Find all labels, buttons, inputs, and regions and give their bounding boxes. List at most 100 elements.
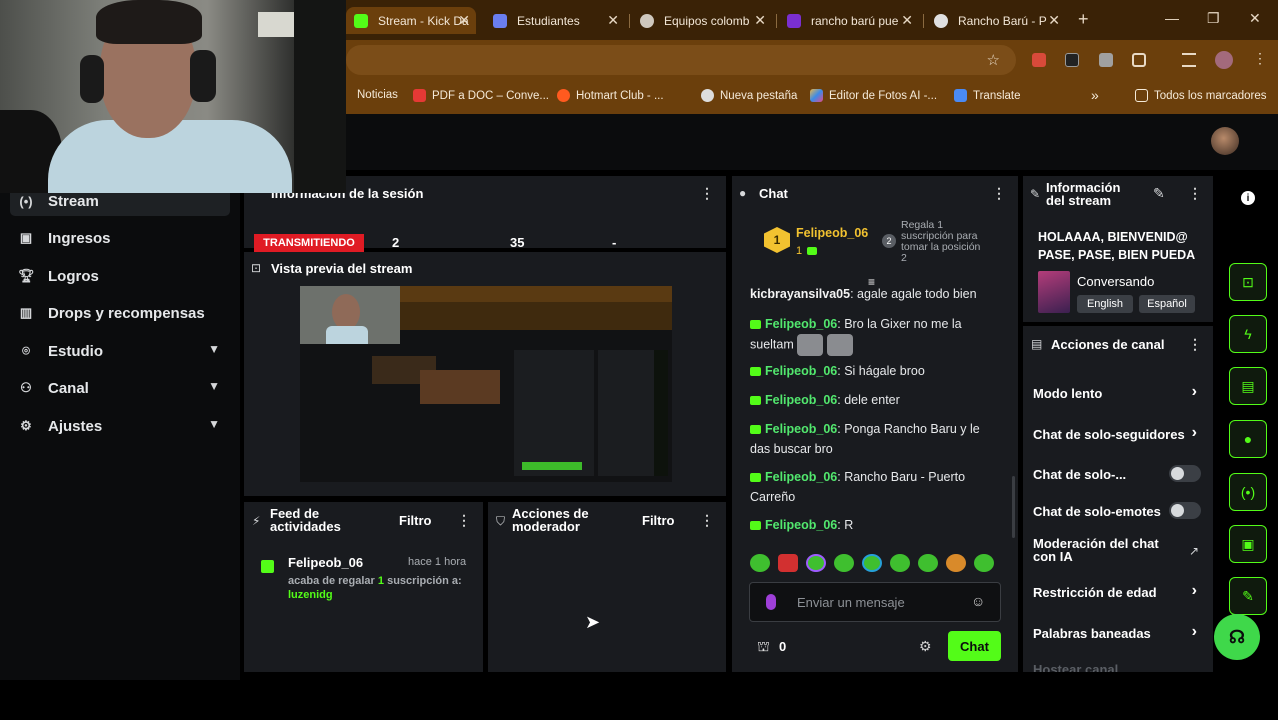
maximize-icon[interactable]: ❐ [1207,10,1220,27]
emote-icon[interactable] [862,554,882,572]
minimize-icon[interactable]: — [1165,10,1179,26]
bookmark-item[interactable]: PDF a DOC – Conve... [413,89,549,102]
sidebar-item-canal[interactable]: ⚇ Canal ▼ [10,373,230,403]
close-icon[interactable]: ✕ [1048,12,1060,29]
category-thumbnail[interactable] [1038,271,1070,313]
gift-points-icon[interactable]: ⛫ [757,638,770,657]
send-chat-button[interactable]: Chat [948,631,1001,661]
stream-preview-video[interactable] [300,286,672,482]
sidebar-item-ajustes[interactable]: ⚙ Ajustes ▼ [10,411,230,441]
puzzle-extensions-icon[interactable] [1132,53,1146,67]
close-icon[interactable]: ✕ [458,12,470,29]
chevron-right-icon[interactable]: › [1192,424,1197,442]
emote-icon[interactable] [918,554,938,572]
chevron-right-icon[interactable]: › [1192,623,1197,641]
support-headset-button[interactable]: ☊ [1214,614,1260,660]
chat-input[interactable]: Enviar un mensaje ☺ [749,582,1001,622]
menu-kebab-icon[interactable]: ⋮ [1253,50,1267,67]
tab-rancho-baru[interactable]: Rancho Barú - P ✕ [926,7,1066,34]
banned-words-row[interactable]: Palabras baneadas [1033,626,1213,641]
slow-mode-row[interactable]: Modo lento [1033,386,1213,401]
emote-icon[interactable] [806,554,826,572]
video-rail-button[interactable]: ▣ [1229,525,1267,563]
bookmark-item[interactable]: Noticias [357,89,398,101]
emoji-icon[interactable]: ☺ [971,593,985,609]
tab-stream[interactable]: Stream - Kick Da ✕ [346,7,476,34]
broadcast-rail-button[interactable]: (•) [1229,473,1267,511]
notes-button[interactable]: ▤ [1229,367,1267,405]
new-tab-plus-icon[interactable]: + [1078,9,1089,30]
sidebar-item-logros[interactable]: 🏆︎ Logros [10,261,230,291]
sidebar-item-estudio[interactable]: ⌾ Estudio ▼ [10,336,230,366]
mod-filter-button[interactable]: Filtro [642,514,675,527]
chat-user[interactable]: Felipeob_06 [765,364,837,378]
bookmark-item[interactable]: Translate [954,89,1021,102]
extension-gray-icon[interactable] [1099,53,1113,67]
emote-icon[interactable] [778,554,798,572]
info-icon[interactable]: i [1241,191,1255,205]
external-link-icon[interactable]: ↗ [1189,544,1199,558]
category-name[interactable]: Conversando [1077,274,1154,289]
chat-user[interactable]: Felipeob_06 [765,317,837,331]
chat-user[interactable]: Felipeob_06 [765,470,837,484]
kebab-menu-icon[interactable]: ⋮ [700,185,714,202]
feed-target[interactable]: luzenidg [288,589,333,601]
emotes-only-toggle[interactable] [1169,502,1201,519]
host-channel-row[interactable]: Hostear canal [1033,662,1213,672]
chevron-right-icon[interactable]: › [1192,383,1197,401]
chevron-right-icon[interactable]: › [1192,582,1197,600]
bookmark-item[interactable]: Nueva pestaña [701,89,797,102]
emote-icon[interactable] [750,554,770,572]
lightning-button[interactable]: ϟ [1229,315,1267,353]
chat-scrollbar[interactable] [1012,476,1015,538]
microphone-icon[interactable] [766,594,776,610]
wrench-rail-button[interactable]: ✎ [1229,577,1267,615]
followers-only-row[interactable]: Chat de solo-seguidores [1033,427,1201,442]
kebab-menu-icon[interactable]: ⋮ [1188,185,1202,202]
emote-icon[interactable] [834,554,854,572]
url-omnibox[interactable]: ☆ [346,45,1016,75]
extension-mask-icon[interactable] [1065,53,1079,67]
tab-rancho-search[interactable]: rancho barú pue ✕ [779,7,919,34]
extension-red-icon[interactable] [1032,53,1046,67]
gifter-user[interactable]: Felipeob_06 [796,226,868,240]
sidebar-item-drops[interactable]: ▥ Drops y recompensas [10,298,230,328]
scan-button[interactable]: ⊡ [1229,263,1267,301]
tag-chip[interactable]: Español [1139,295,1195,313]
chat-user[interactable]: Felipeob_06 [765,422,837,436]
kebab-menu-icon[interactable]: ⋮ [992,185,1006,202]
tag-chip[interactable]: English [1077,295,1133,313]
sidebar-item-ingresos[interactable]: ▣ Ingresos [10,223,230,253]
kebab-menu-icon[interactable]: ⋮ [457,512,471,529]
age-restriction-row[interactable]: Restricción de edad [1033,585,1213,600]
chat-user[interactable]: Felipeob_06 [765,518,837,532]
bookmark-item[interactable]: Hotmart Club - ... [557,89,664,102]
close-icon[interactable]: ✕ [901,12,913,29]
bookmark-item[interactable]: Editor de Fotos AI -... [810,89,937,102]
star-bookmark-icon[interactable]: ☆ [987,51,1000,69]
edit-pencil-icon[interactable]: ✎ [1153,185,1165,202]
emote-icon[interactable] [974,554,994,572]
feed-filter-button[interactable]: Filtro [399,514,432,527]
chat-user[interactable]: Felipeob_06 [765,393,837,407]
user-avatar[interactable] [1211,127,1239,155]
profile-avatar-icon[interactable] [1215,51,1233,69]
all-bookmarks-button[interactable]: Todos los marcadores [1135,89,1267,102]
subs-only-toggle[interactable] [1169,465,1201,482]
chat-rail-button[interactable]: ● [1229,420,1267,458]
close-icon[interactable]: ✕ [754,12,766,29]
close-icon[interactable]: ✕ [607,12,619,29]
tab-equipos[interactable]: Equipos colomb ✕ [632,7,772,34]
emote-icon[interactable] [890,554,910,572]
tab-estudiantes[interactable]: Estudiantes ✕ [485,7,625,34]
close-window-icon[interactable]: ✕ [1249,10,1261,27]
gear-icon[interactable]: ⚙ [919,638,932,655]
ai-moderation-row[interactable]: Moderación del chat con IA [1033,537,1173,563]
chat-user[interactable]: kicbrayansilva05 [750,287,850,301]
feed-user[interactable]: Felipeob_06 [288,555,363,570]
media-control-icon[interactable] [1182,53,1196,67]
bookmarks-overflow-button[interactable]: » [1091,87,1099,103]
kebab-menu-icon[interactable]: ⋮ [700,512,714,529]
kebab-menu-icon[interactable]: ⋮ [1188,336,1202,353]
emote-icon[interactable] [946,554,966,572]
